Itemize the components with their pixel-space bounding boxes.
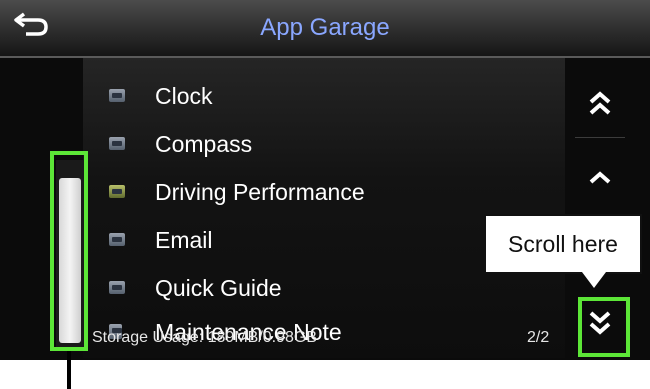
screen-title: App Garage	[260, 14, 390, 41]
scrollbar-highlight-box	[50, 151, 88, 351]
page-indicator: 2/2	[527, 329, 550, 346]
quick-guide-app-icon	[109, 281, 125, 294]
chevron-up-icon	[589, 171, 611, 184]
page-up-button[interactable]	[575, 70, 625, 130]
list-item-label: Driving Performance	[155, 179, 365, 205]
list-item-compass[interactable]: Compass	[83, 122, 565, 168]
app-garage-screen: App Garage Clock Compass Driving Perform…	[0, 0, 650, 360]
list-item-clock[interactable]: Clock	[83, 74, 565, 120]
clock-app-icon	[109, 89, 125, 102]
callout-pointer-line	[67, 351, 71, 389]
list-item-label: Clock	[155, 83, 213, 109]
list-item-driving-performance[interactable]: Driving Performance	[83, 170, 565, 216]
list-item-label: Quick Guide	[155, 275, 282, 301]
callout-tail	[582, 272, 606, 288]
list-item-label: Compass	[155, 131, 253, 157]
driving-performance-app-icon	[109, 185, 125, 198]
compass-app-icon	[109, 137, 125, 150]
app-list: Clock Compass Driving Performance Email …	[83, 58, 565, 358]
line-up-button[interactable]	[575, 148, 625, 208]
scroll-here-callout: Scroll here	[484, 214, 642, 274]
page-down-highlight-box	[578, 297, 630, 357]
header-bar: App Garage	[0, 0, 650, 58]
storage-usage: Storage Usage: 189MB/0.98GB	[92, 329, 318, 346]
email-app-icon	[109, 233, 125, 246]
double-chevron-up-icon	[589, 91, 611, 115]
divider	[575, 137, 625, 138]
list-item-label: Email	[155, 227, 213, 253]
